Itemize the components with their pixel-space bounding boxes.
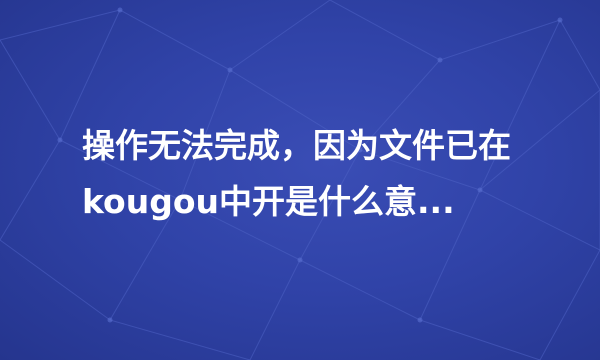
question-title-line-2: kougou中开是什么意... [82,182,455,221]
question-card: 操作无法完成，因为文件已在 kougou中开是什么意... [0,0,600,360]
question-title: 操作无法完成，因为文件已在 kougou中开是什么意... [82,118,552,230]
question-title-line-1: 操作无法完成，因为文件已在 [82,126,511,165]
